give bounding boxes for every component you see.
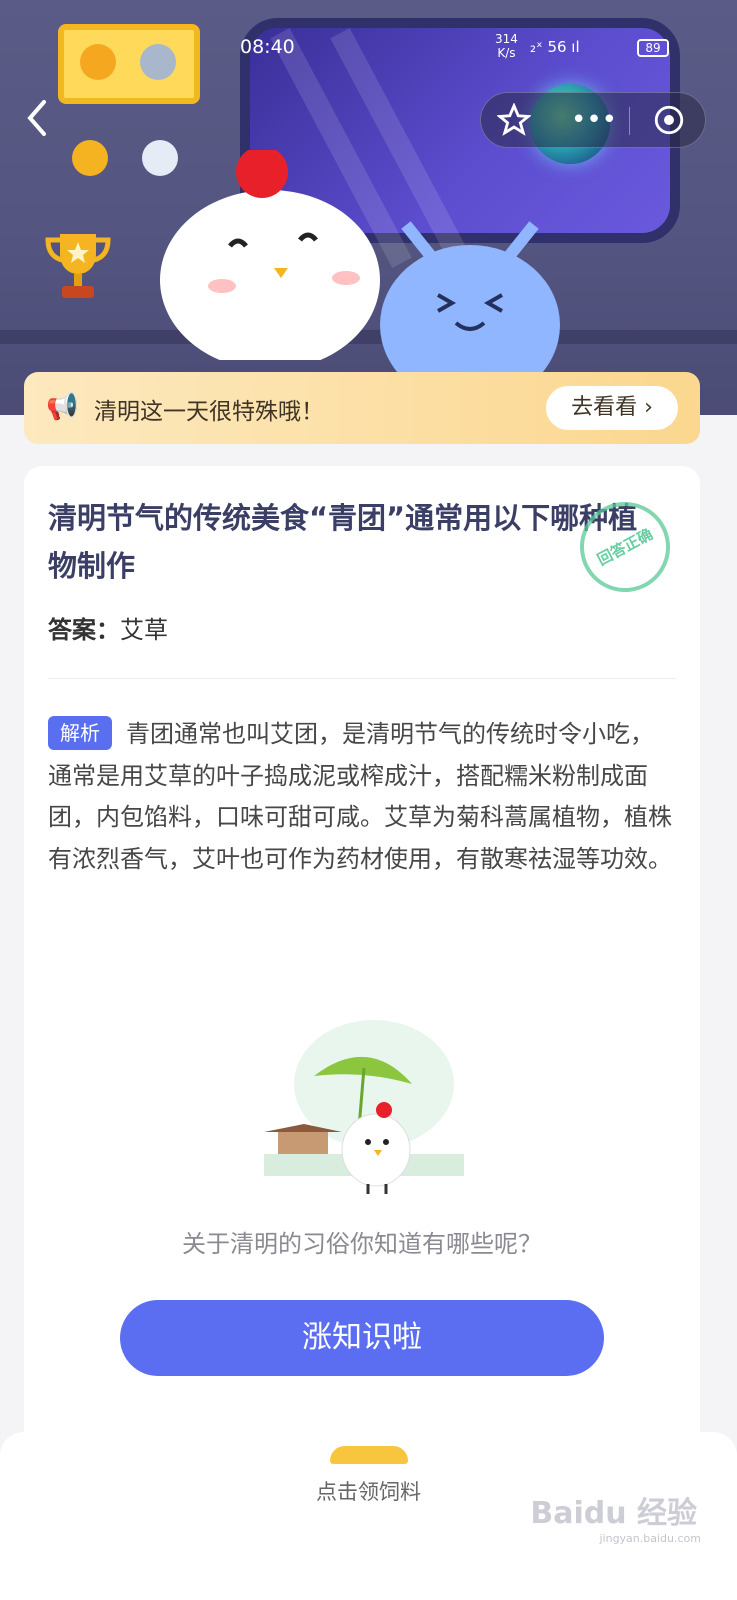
divider — [48, 678, 676, 679]
status-net-speed: 314 K/s — [495, 32, 518, 60]
baidu-watermark-url: jingyan.baidu.com — [599, 1532, 701, 1545]
gold-medal-illustration — [72, 140, 108, 176]
hero-banner: 08:40 314 K/s ₂ˣ 56 ıl 89 ••• — [0, 0, 737, 415]
favorite-button[interactable] — [487, 93, 541, 147]
close-button[interactable] — [639, 93, 699, 147]
battery-icon: 89 — [637, 39, 669, 57]
learn-more-button[interactable]: 涨知识啦 — [120, 1300, 604, 1376]
notice-go-button[interactable]: 去看看 › — [546, 386, 678, 430]
more-dots-icon: ••• — [570, 105, 617, 135]
notice-bar[interactable]: 📢 清明这一天很特殊哦！ 去看看 › — [24, 372, 700, 444]
feed-handle-icon[interactable] — [330, 1446, 408, 1464]
analysis-text: 青团通常也叫艾团，是清明节气的传统时令小吃，通常是用艾草的叶子捣成泥或榨成汁，搭… — [48, 720, 672, 873]
chicken-mascot-illustration — [160, 150, 380, 360]
answer-value: 艾草 — [120, 616, 168, 644]
qingming-chicken-illustration — [264, 1020, 464, 1194]
analysis-tag: 解析 — [48, 716, 112, 750]
analysis-block: 解析 青团通常也叫艾团，是清明节气的传统时令小吃，通常是用艾草的叶子捣成泥或榨成汁… — [48, 714, 676, 880]
close-target-icon — [654, 105, 684, 135]
trophy-illustration — [45, 234, 111, 298]
alien-mascot-illustration — [380, 221, 560, 375]
bottom-bar: 点击领饲料 Baidu 经验 jingyan.baidu.com — [0, 1432, 737, 1600]
prompt-text: 关于清明的习俗你知道有哪些呢？ — [182, 1230, 542, 1258]
chevron-left-icon — [27, 100, 46, 136]
star-icon — [496, 102, 532, 136]
mini-program-capsule: ••• — [480, 92, 706, 148]
megaphone-icon: 📢 — [46, 392, 79, 422]
capsule-divider — [629, 107, 630, 135]
back-button[interactable] — [22, 96, 56, 142]
answer-line: 答案：艾草 — [48, 610, 168, 645]
notice-text: 清明这一天很特殊哦！ — [94, 399, 324, 425]
baidu-watermark: Baidu 经验 — [530, 1496, 697, 1531]
signal-icon: ₂ˣ 56 ıl — [530, 38, 580, 56]
question-card: 清明节气的传统美食“青团”通常用以下哪种植物制作 回答正确 答案：艾草 解析 青团… — [24, 466, 700, 1456]
medal-frame-illustration — [58, 24, 200, 104]
question-title: 清明节气的传统美食“青团”通常用以下哪种植物制作 — [48, 501, 638, 583]
more-button[interactable]: ••• — [561, 93, 627, 147]
status-time: 08:40 — [240, 36, 295, 58]
answer-label: 答案： — [48, 616, 120, 644]
